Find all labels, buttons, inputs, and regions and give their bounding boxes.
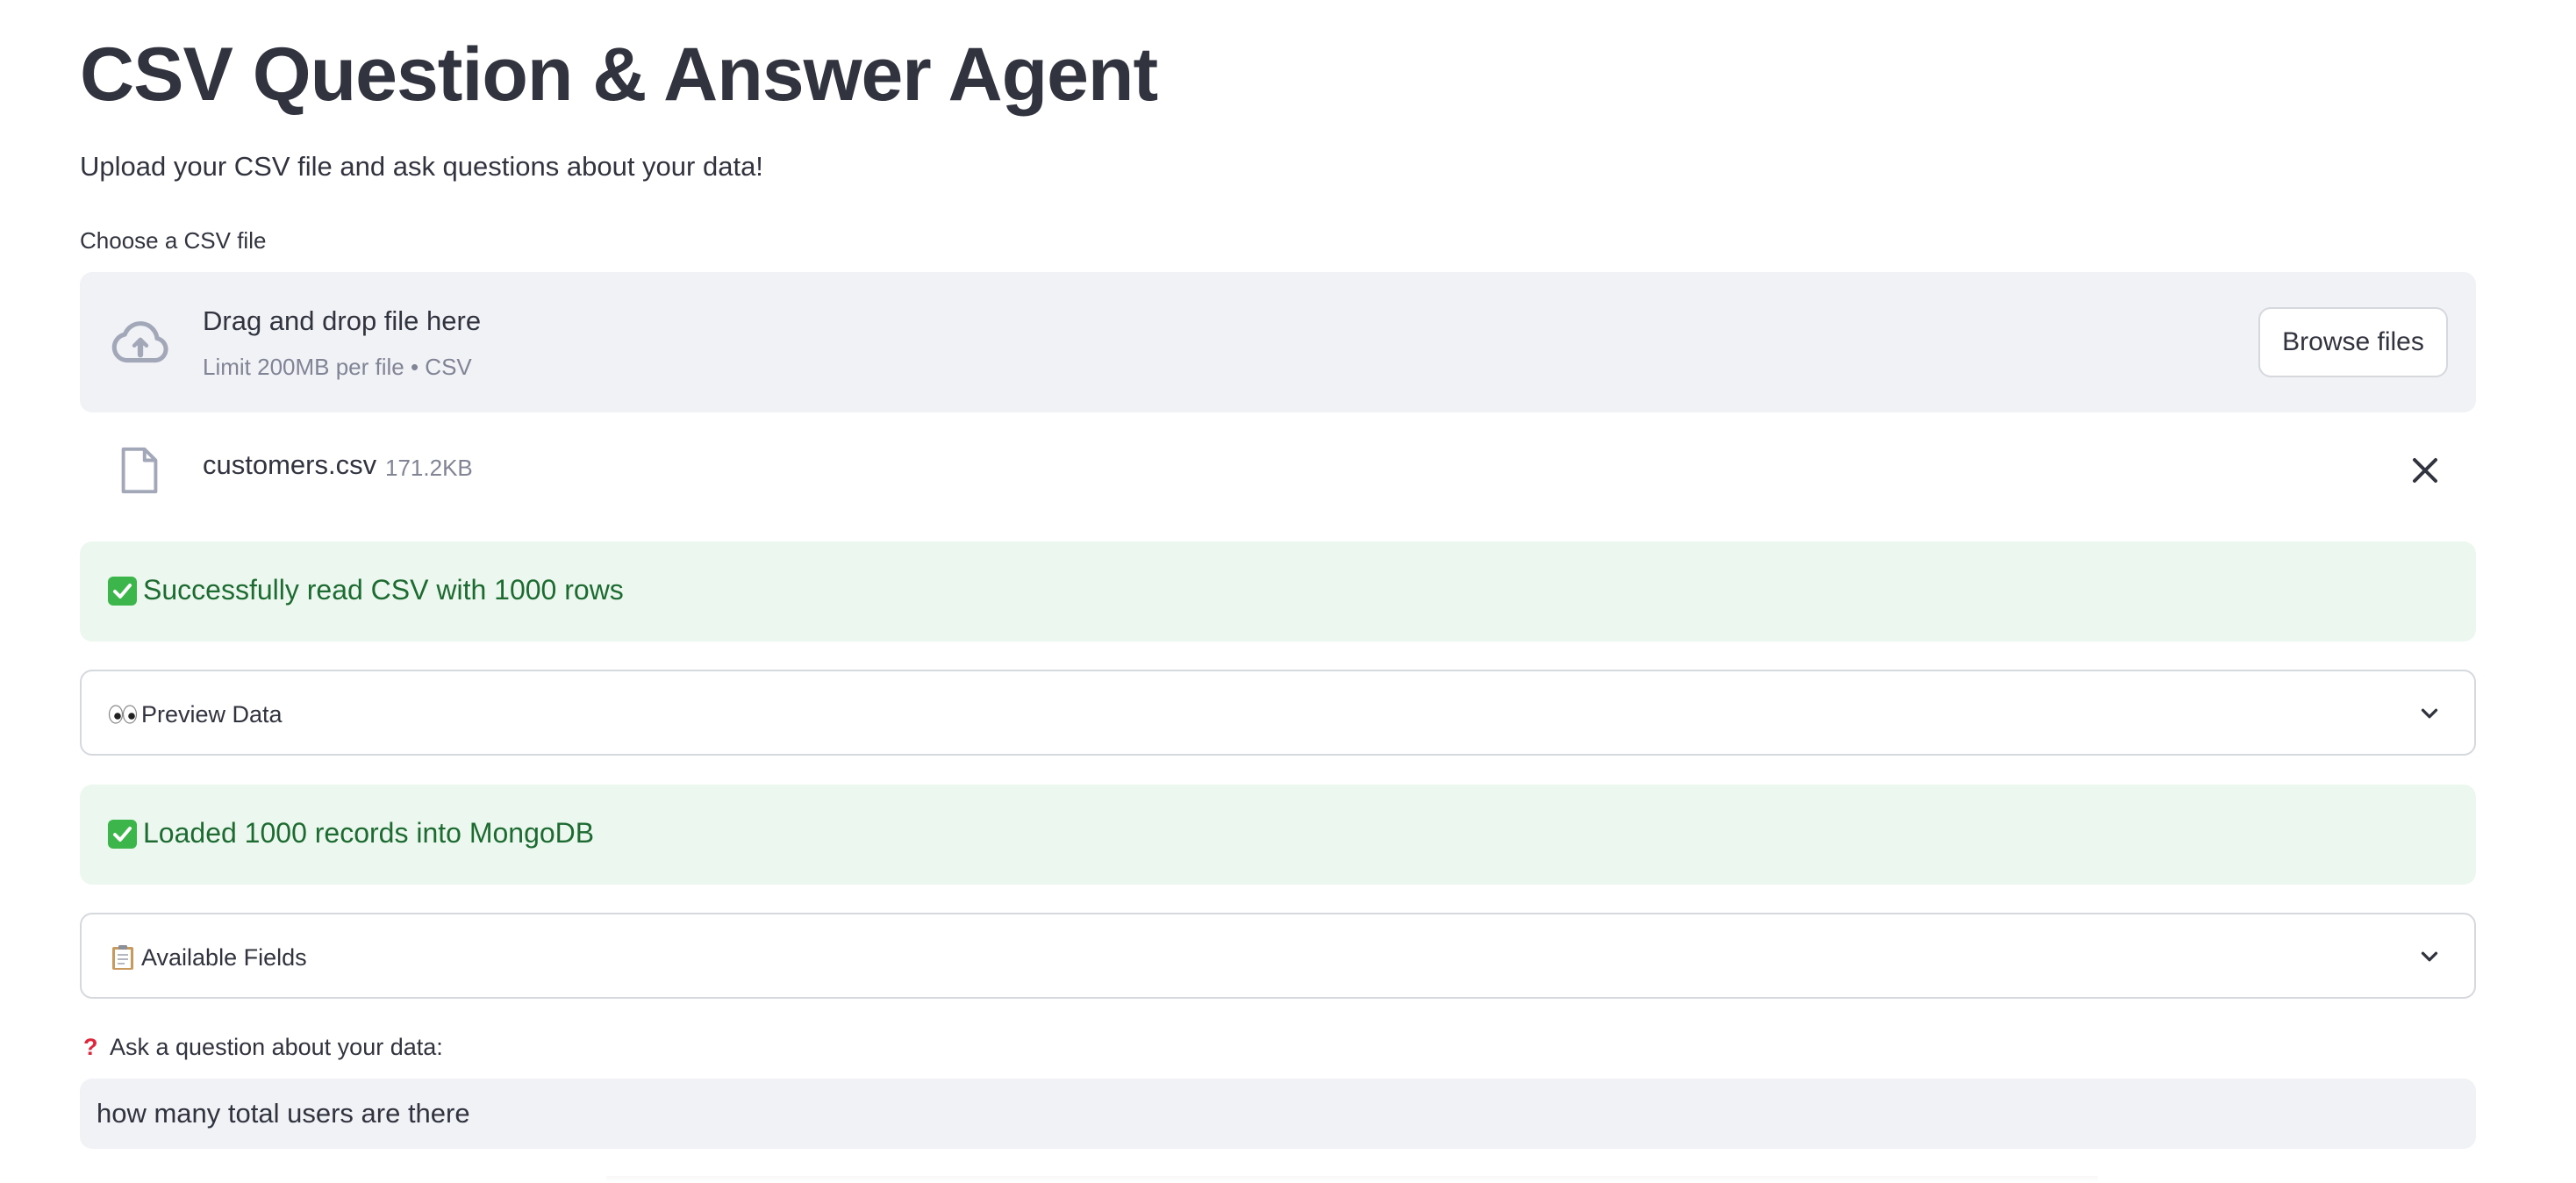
question-mark-icon: ? [83, 1034, 98, 1060]
page-title: CSV Question & Answer Agent [80, 32, 1158, 117]
expander-label: Preview Data [141, 701, 283, 728]
file-dropzone[interactable]: Drag and drop file here Limit 200MB per … [80, 272, 2476, 412]
browse-files-button[interactable]: Browse files [2258, 307, 2448, 377]
chevron-down-icon [2421, 708, 2438, 719]
question-label-text: Ask a question about your data: [110, 1034, 443, 1060]
uploaded-file-name: customers.csv [203, 449, 377, 480]
success-alert-read: Successfully read CSV with 1000 rows [80, 541, 2476, 642]
uploaded-file-size: 171.2KB [385, 455, 473, 481]
question-input[interactable] [80, 1079, 2476, 1149]
expander-available-fields[interactable]: Available Fields [80, 913, 2476, 999]
check-mark-icon [108, 820, 137, 849]
success-alert-text: Loaded 1000 records into MongoDB [143, 817, 595, 849]
bottom-shadow [606, 1176, 2098, 1183]
file-uploader-label: Choose a CSV file [80, 227, 267, 254]
close-icon[interactable] [2408, 453, 2443, 488]
page-subtitle: Upload your CSV file and ask questions a… [80, 151, 763, 182]
success-alert-text: Successfully read CSV with 1000 rows [143, 574, 624, 606]
clipboard-icon [112, 945, 133, 970]
file-icon [121, 447, 158, 494]
uploaded-file-row: customers.csv 171.2KB [80, 430, 2476, 509]
dropzone-instruction: Drag and drop file here [203, 305, 482, 336]
eyes-icon [108, 705, 138, 724]
chevron-down-icon [2421, 951, 2438, 962]
expander-label: Available Fields [141, 944, 307, 971]
cloud-upload-icon [111, 321, 168, 363]
check-mark-icon [108, 577, 137, 606]
expander-preview-data[interactable]: Preview Data [80, 670, 2476, 756]
success-alert-loaded: Loaded 1000 records into MongoDB [80, 785, 2476, 885]
dropzone-limit-text: Limit 200MB per file • CSV [203, 354, 472, 380]
